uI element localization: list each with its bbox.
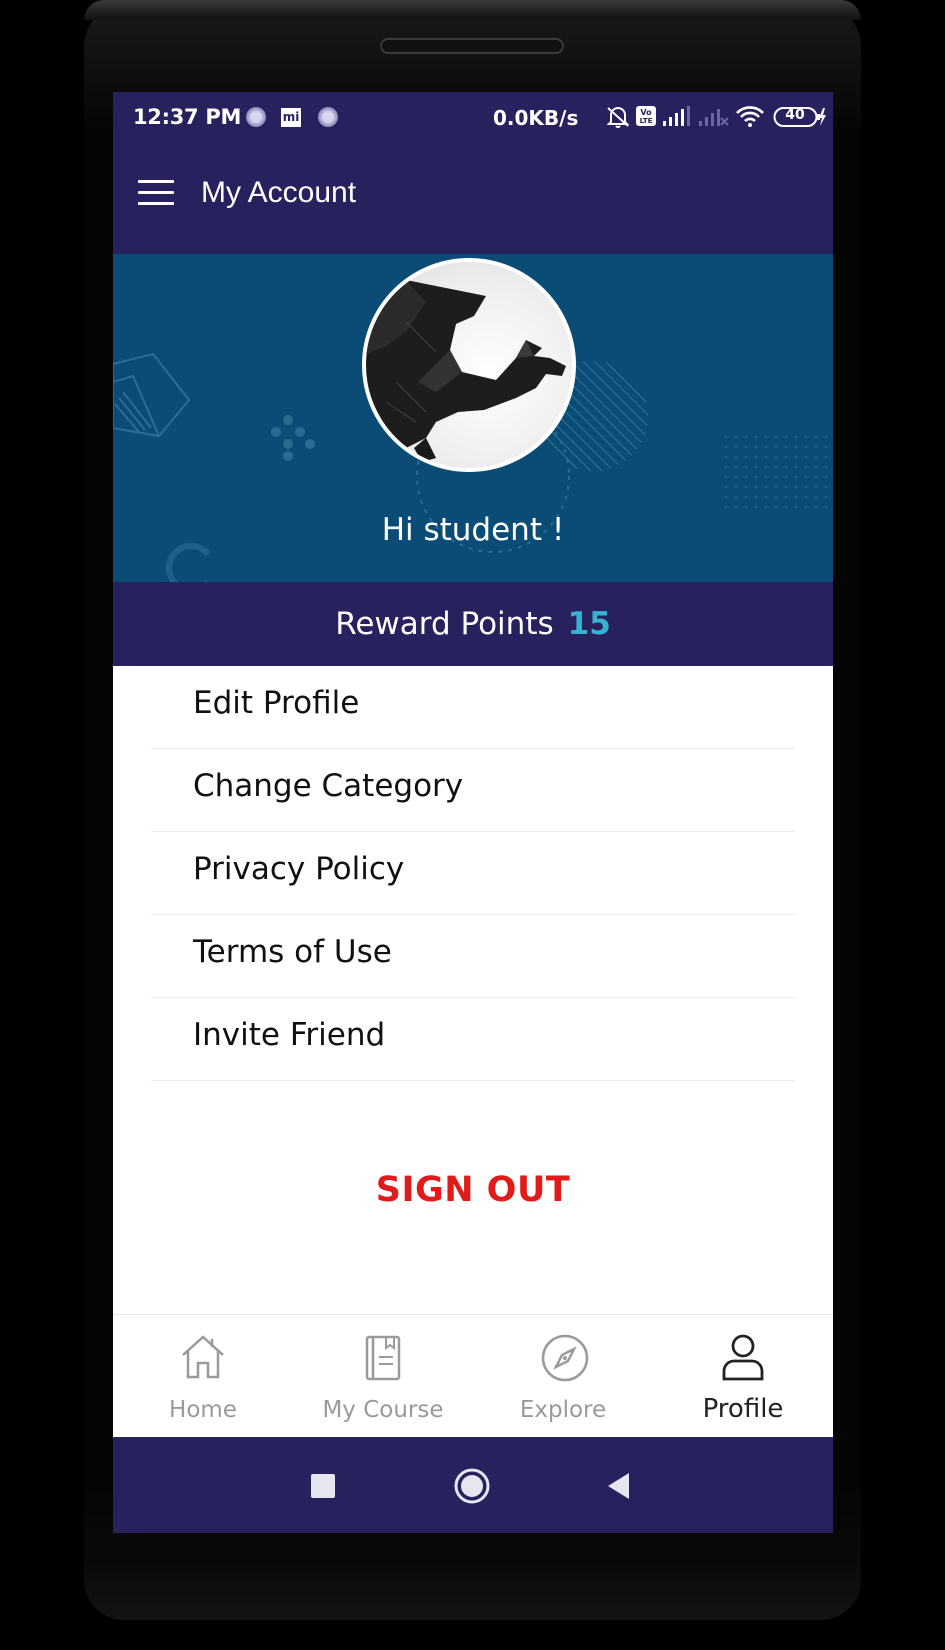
nav-label-profile: Profile <box>702 1394 784 1424</box>
notification-dot-icon <box>318 107 338 127</box>
bottom-navigation: Home My Course Explore Profile <box>113 1314 833 1438</box>
nav-label-explore: Explore <box>519 1397 607 1423</box>
system-navigation-bar <box>113 1437 833 1533</box>
hamburger-menu-icon[interactable] <box>138 180 174 206</box>
menu-item-invite-friend[interactable]: Invite Friend <box>151 998 795 1081</box>
page-title: My Account <box>201 176 357 209</box>
signal-icon <box>663 106 690 126</box>
status-icons: Vo LTE 40 <box>605 104 827 132</box>
menu-item-edit-profile[interactable]: Edit Profile <box>151 666 795 749</box>
notification-dot-icon <box>246 107 266 127</box>
menu-item-change-category[interactable]: Change Category <box>151 749 795 832</box>
nav-label-home: Home <box>169 1397 237 1423</box>
network-speed: 0.0KB/s <box>493 106 579 130</box>
nav-item-home[interactable]: Home <box>113 1315 293 1438</box>
avatar[interactable] <box>362 258 576 472</box>
book-icon <box>365 1335 401 1381</box>
svg-text:Vo: Vo <box>640 108 652 117</box>
no-signal-icon <box>699 109 729 126</box>
reward-points-label: Reward Points <box>335 606 554 642</box>
account-menu: Edit Profile Change Category Privacy Pol… <box>151 666 795 1081</box>
svg-text:LTE: LTE <box>640 117 653 125</box>
phone-speaker <box>380 38 564 54</box>
back-icon[interactable] <box>605 1471 633 1501</box>
phone-top-edge <box>84 0 861 20</box>
sign-out-button[interactable]: SIGN OUT <box>113 1170 833 1210</box>
compass-icon <box>541 1334 589 1382</box>
muted-bell-icon <box>606 107 630 128</box>
nav-item-explore[interactable]: Explore <box>473 1315 653 1438</box>
nav-item-my-course[interactable]: My Course <box>293 1315 473 1438</box>
home-system-icon[interactable] <box>452 1466 492 1506</box>
app-bar: My Account <box>113 142 833 254</box>
home-icon <box>182 1335 224 1379</box>
profile-header: Hi student ! <box>113 254 833 582</box>
greeting-text: Hi student ! <box>381 512 565 548</box>
menu-item-privacy-policy[interactable]: Privacy Policy <box>151 832 795 915</box>
menu-item-terms-of-use[interactable]: Terms of Use <box>151 915 795 998</box>
nav-label-my-course: My Course <box>322 1397 444 1423</box>
phone-chin <box>84 1565 861 1620</box>
user-icon <box>722 1334 764 1381</box>
wifi-icon <box>736 106 764 127</box>
battery-level: 40 <box>785 107 805 123</box>
recent-apps-icon[interactable] <box>309 1472 337 1500</box>
status-bar: 12:37 PM mi 0.0KB/s Vo LTE 40 <box>113 92 833 142</box>
mi-icon: mi <box>281 108 301 127</box>
volte-icon: Vo LTE <box>636 106 656 126</box>
reward-points-value: 15 <box>567 606 611 642</box>
reward-points-bar: Reward Points 15 <box>113 582 833 666</box>
status-time: 12:37 PM <box>133 105 242 129</box>
origami-dragon-image <box>366 280 566 462</box>
nav-item-profile[interactable]: Profile <box>653 1315 833 1438</box>
app-screen: 12:37 PM mi 0.0KB/s Vo LTE 40 My Account… <box>113 92 833 1533</box>
